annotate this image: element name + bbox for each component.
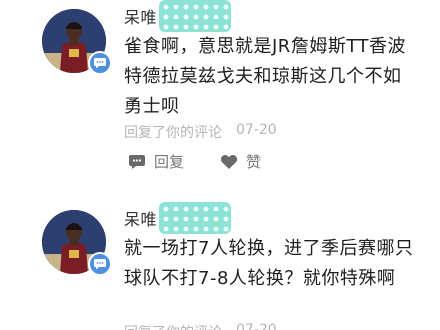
username-mosaic <box>159 0 232 32</box>
reply-actions: 回复 赞 <box>128 151 261 172</box>
heart-icon <box>220 154 238 170</box>
avatar-container[interactable] <box>42 9 112 75</box>
username-row: 呆唯 <box>124 202 232 234</box>
comment-reply-list: 呆唯 雀食啊，意思就是JR詹姆斯TT香波特德拉莫兹戈夫和琼斯这几个不如勇士呗 回… <box>0 0 440 330</box>
reply-button-label: 回复 <box>154 153 185 171</box>
chat-bubble-icon <box>88 252 112 276</box>
username-mosaic <box>159 202 232 234</box>
reply-date: 07-20 <box>236 122 277 138</box>
reply-date: 07-20 <box>236 322 277 330</box>
reply-button[interactable]: 回复 <box>128 151 184 172</box>
username-row: 呆唯 <box>124 0 232 32</box>
reply-meta: 回复了你的评论 07-20 <box>124 322 277 330</box>
reply-meta-label: 回复了你的评论 <box>124 322 222 330</box>
like-button-label: 赞 <box>246 153 262 171</box>
username[interactable]: 呆唯 <box>124 4 157 28</box>
reply-content: 就一场打7人轮换，进了季后赛哪只球队不打7-8人轮换？就你特殊啊 <box>124 238 414 289</box>
chat-bubble-icon <box>88 51 112 75</box>
username[interactable]: 呆唯 <box>124 206 157 230</box>
reply-content: 雀食啊，意思就是JR詹姆斯TT香波特德拉莫兹戈夫和琼斯这几个不如勇士呗 <box>124 36 406 117</box>
reply-item: 呆唯 雀食啊，意思就是JR詹姆斯TT香波特德拉莫兹戈夫和琼斯这几个不如勇士呗 回… <box>0 0 440 200</box>
reply-item: 呆唯 就一场打7人轮换，进了季后赛哪只球队不打7-8人轮换？就你特殊啊 回复了你… <box>0 198 440 330</box>
comment-icon <box>128 154 146 170</box>
reply-meta: 回复了你的评论 07-20 <box>124 122 277 142</box>
reply-meta-label: 回复了你的评论 <box>124 125 222 141</box>
like-button[interactable]: 赞 <box>220 151 261 172</box>
avatar-container[interactable] <box>42 210 112 276</box>
